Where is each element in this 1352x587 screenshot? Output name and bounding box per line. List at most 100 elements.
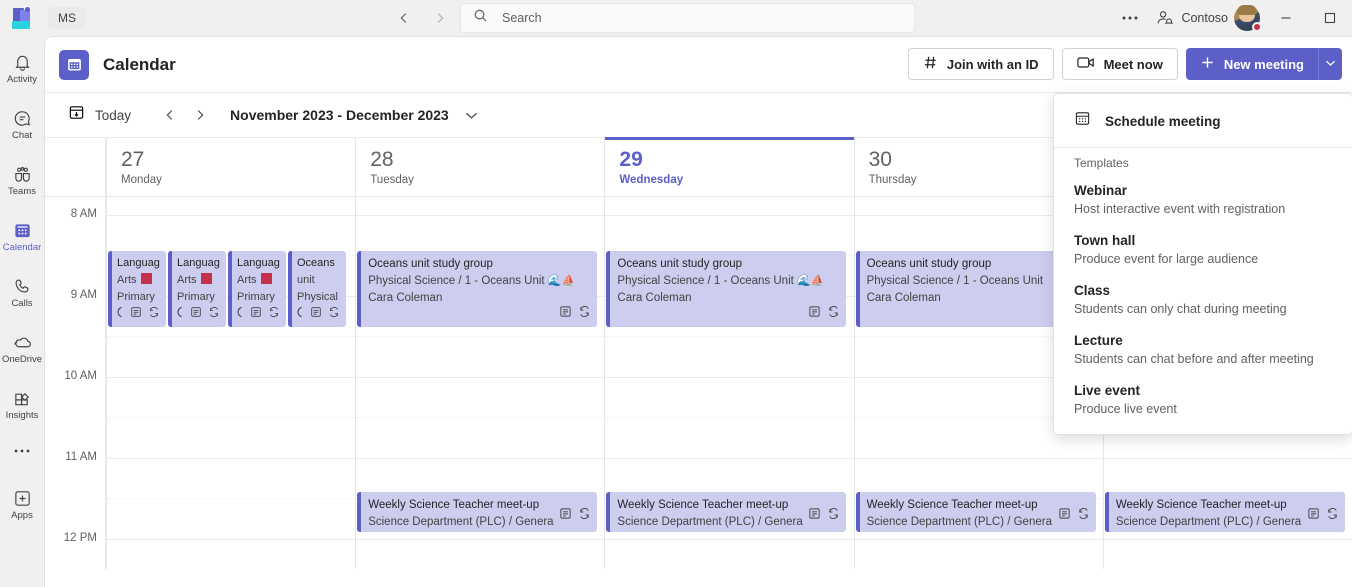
event-oceans-study-group-tue[interactable]: Oceans unit study group Physical Science… [357, 251, 597, 327]
sidebar-item-label: OneDrive [2, 354, 42, 365]
next-period-button[interactable] [186, 101, 214, 129]
teams-logo-icon [10, 7, 32, 29]
day-column-27[interactable]: Languag Arts Primary Languag Arts Primar… [106, 197, 355, 569]
minimize-icon[interactable] [1264, 0, 1308, 36]
template-description: Host interactive event with registration [1074, 200, 1332, 218]
phone-partial-icon [176, 306, 184, 324]
template-name: Lecture [1074, 331, 1332, 350]
template-name: Webinar [1074, 181, 1332, 200]
search-placeholder-text: Search [502, 11, 542, 25]
recurring-icon [268, 306, 280, 324]
day-header-28[interactable]: 28 Tuesday [355, 138, 604, 196]
event-subtitle: Science Department (PLC) / Genera [867, 514, 1090, 531]
menu-item-template-live-event[interactable]: Live event Produce live event [1054, 376, 1352, 426]
sidebar-item-label: Apps [11, 510, 33, 521]
event-language-arts-3[interactable]: Languag Arts Primary [228, 251, 286, 327]
day-name: Monday [121, 174, 355, 186]
chat-icon [13, 107, 32, 129]
onedrive-icon [12, 331, 33, 353]
prev-period-button[interactable] [156, 101, 184, 129]
new-meeting-label: New meeting [1224, 57, 1304, 72]
new-meeting-button[interactable]: New meeting [1186, 48, 1318, 80]
date-range-caret-button[interactable] [465, 111, 478, 120]
nav-forward-button[interactable] [426, 4, 454, 32]
menu-item-template-town-hall[interactable]: Town hall Produce event for large audien… [1054, 226, 1352, 276]
more-horizontal-icon[interactable] [1113, 3, 1147, 33]
category-swatch [141, 273, 152, 284]
sidebar-item-calls[interactable]: Calls [0, 266, 44, 318]
event-weekly-science-wed[interactable]: Weekly Science Teacher meet-up Science D… [606, 492, 846, 532]
more-apps-icon[interactable] [0, 434, 44, 468]
wave-sailboat-emoji: 🌊⛵ [797, 275, 824, 287]
event-oceans-unit-small[interactable]: Oceans unit Physical [288, 251, 346, 327]
event-subtitle: Physical Science / 1 - Oceans Unit 🌊⛵ [368, 273, 591, 290]
person-notify-icon[interactable] [1147, 3, 1181, 33]
time-gutter-header [45, 138, 106, 196]
phone-icon [13, 275, 32, 297]
template-description: Produce live event [1074, 400, 1332, 418]
day-column-29[interactable]: Oceans unit study group Physical Science… [604, 197, 853, 569]
event-subtitle: Science Department (PLC) / Genera [368, 514, 591, 531]
sidebar-item-label: Insights [6, 410, 39, 421]
event-weekly-science-tue[interactable]: Weekly Science Teacher meet-up Science D… [357, 492, 597, 532]
sidebar-item-apps[interactable]: Apps [0, 478, 44, 530]
recurring-icon [208, 306, 220, 324]
maximize-icon[interactable] [1308, 0, 1352, 36]
event-language-arts-1[interactable]: Languag Arts Primary [108, 251, 166, 327]
template-name: Live event [1074, 381, 1332, 400]
sidebar-item-calendar[interactable]: Calendar [0, 210, 44, 262]
sidebar-item-chat[interactable]: Chat [0, 98, 44, 150]
new-meeting-dropdown-menu: Schedule meeting Templates Webinar Host … [1053, 93, 1352, 435]
day-column-28[interactable]: Oceans unit study group Physical Science… [355, 197, 604, 569]
bell-icon [13, 51, 32, 73]
event-oceans-study-group-wed[interactable]: Oceans unit study group Physical Science… [606, 251, 846, 327]
search-input[interactable]: Search [460, 3, 915, 33]
phone-partial-icon [296, 306, 304, 324]
recurring-icon [578, 305, 591, 324]
notes-icon [130, 306, 142, 324]
sidebar-item-label: Calls [11, 298, 32, 309]
sidebar-item-label: Teams [8, 186, 36, 197]
sidebar-item-teams[interactable]: Teams [0, 154, 44, 206]
notes-icon [559, 507, 572, 526]
meet-now-button[interactable]: Meet now [1062, 48, 1178, 80]
teams-calendar-window: MS Search Cont [0, 0, 1352, 587]
category-swatch [261, 273, 272, 284]
account-chip[interactable]: MS [48, 7, 86, 29]
nav-back-button[interactable] [390, 4, 418, 32]
event-icons [808, 305, 840, 324]
today-button[interactable]: Today [59, 99, 140, 131]
new-meeting-caret-button[interactable] [1318, 48, 1342, 80]
menu-item-template-class[interactable]: Class Students can only chat during meet… [1054, 276, 1352, 326]
event-organizer: Physical [297, 289, 343, 306]
sidebar-item-activity[interactable]: Activity [0, 42, 44, 94]
menu-item-template-webinar[interactable]: Webinar Host interactive event with regi… [1054, 176, 1352, 226]
template-description: Students can chat before and after meeti… [1074, 350, 1332, 368]
join-with-id-button[interactable]: Join with an ID [908, 48, 1054, 80]
day-header-27[interactable]: 27 Monday [106, 138, 355, 196]
wave-sailboat-emoji: 🌊⛵ [548, 275, 575, 287]
notes-icon [310, 306, 322, 324]
sidebar-item-insights[interactable]: Insights [0, 378, 44, 430]
new-meeting-split-button: New meeting [1186, 48, 1342, 80]
template-name: Town hall [1074, 231, 1332, 250]
avatar[interactable] [1234, 5, 1260, 31]
menu-item-schedule-meeting[interactable]: Schedule meeting [1054, 100, 1352, 142]
menu-item-template-lecture[interactable]: Lecture Students can chat before and aft… [1054, 326, 1352, 376]
event-weekly-science-next[interactable]: Weekly Science Teacher meet-up Science D… [1105, 492, 1345, 532]
sidebar-item-onedrive[interactable]: OneDrive [0, 322, 44, 374]
event-title: Weekly Science Teacher meet-up [1116, 497, 1339, 514]
phone-partial-icon [236, 306, 244, 324]
video-camera-icon [1077, 56, 1095, 72]
event-icons [1307, 507, 1339, 526]
tenant-name[interactable]: Contoso [1181, 11, 1228, 25]
time-label: 8 AM [71, 208, 97, 220]
main-pane: Calendar Join with an ID Meet now [44, 36, 1352, 587]
event-weekly-science-thu[interactable]: Weekly Science Teacher meet-up Science D… [856, 492, 1096, 532]
history-nav [390, 4, 454, 32]
day-header-29[interactable]: 29 Wednesday [604, 138, 853, 196]
event-language-arts-2[interactable]: Languag Arts Primary [168, 251, 226, 327]
day-number: 27 [121, 147, 355, 173]
event-title: Weekly Science Teacher meet-up [368, 497, 591, 514]
calendar-grid-icon [1074, 110, 1091, 132]
